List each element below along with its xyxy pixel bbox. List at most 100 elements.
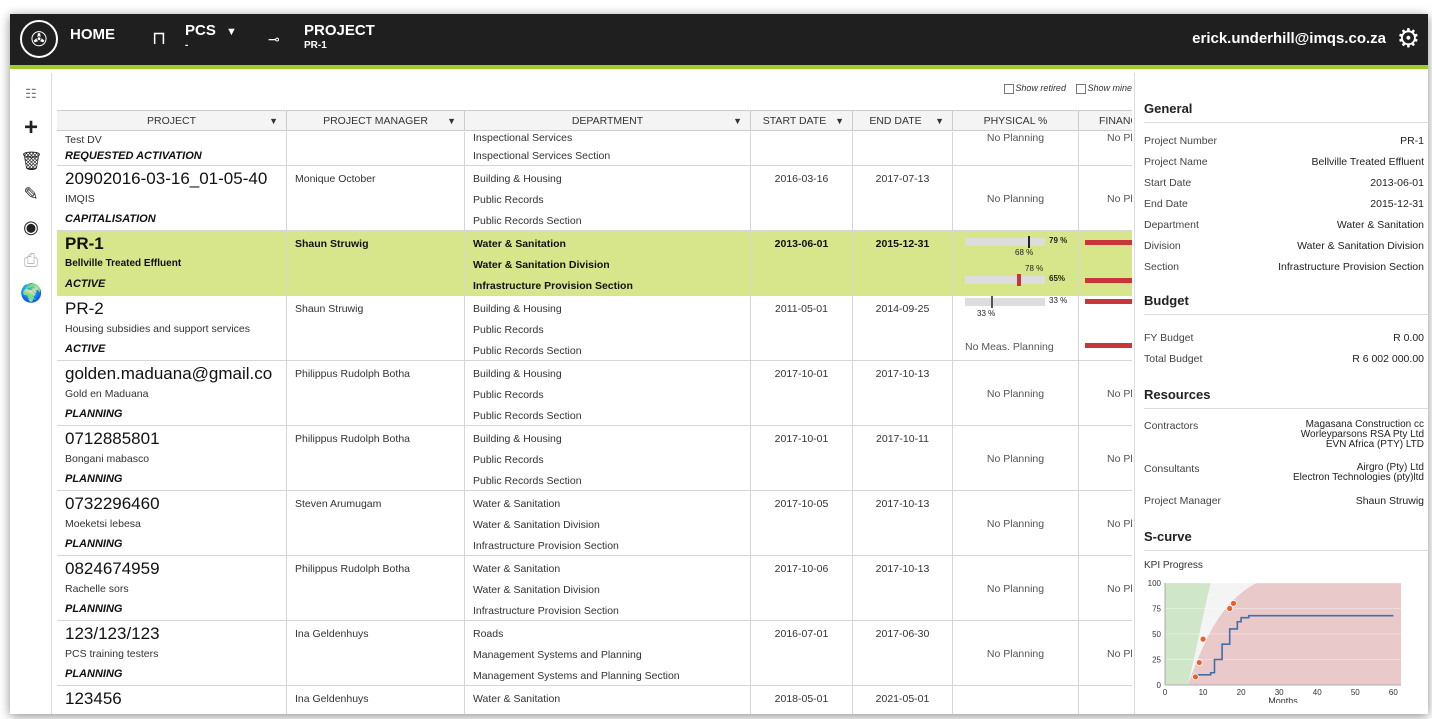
col-manager[interactable]: PROJECT MANAGER ▼ — [287, 111, 465, 131]
dept-line: Water & Sanitation — [473, 693, 561, 705]
general-label: Start Date — [1144, 177, 1192, 189]
progress-marker — [991, 296, 994, 308]
logo-icon[interactable]: ✇ — [20, 20, 58, 58]
project-status: PLANNING — [65, 603, 123, 615]
col-department-label: DEPARTMENT — [571, 115, 644, 127]
general-value: 2015-12-31 — [1370, 198, 1424, 210]
project-code: 20902016-03-16_01-05-40 — [65, 169, 268, 188]
divider — [1144, 408, 1428, 409]
financial-text: No Plar — [1107, 518, 1132, 530]
table-row[interactable]: 123456 Ina Geldenhuys Water & Sanitation 20… — [57, 686, 1132, 714]
financial-bar — [1085, 240, 1132, 245]
department-cell: Water & Sanitation Water & Sanitation Div… — [465, 231, 751, 295]
consultants-label: Consultants — [1144, 463, 1200, 475]
department-cell: Building & Housing Public Records Public R… — [465, 296, 751, 360]
table-row[interactable]: golden.maduana@gmail.co Gold en Maduana PL… — [57, 361, 1132, 426]
physical-progress-bar — [965, 296, 1045, 308]
grid-view-icon[interactable]: ☷ — [20, 83, 42, 105]
dept-line: Building & Housing — [473, 433, 562, 445]
dept-line: Inspectional Services Section — [473, 150, 611, 162]
col-department[interactable]: DEPARTMENT ▼ — [465, 111, 751, 131]
sort-arrow-icon[interactable]: ▼ — [733, 111, 742, 131]
progress-marker — [1028, 236, 1031, 248]
show-retired-checkbox[interactable] — [1004, 83, 1015, 94]
progress-fill — [965, 238, 1029, 246]
y-tick-label: 100 — [1148, 579, 1162, 588]
nav-home[interactable]: HOME — [70, 26, 115, 43]
table-row[interactable]: 0732296460 Moeketsi lebesa PLANNING Steven … — [57, 491, 1132, 556]
sort-arrow-icon[interactable]: ▼ — [935, 111, 944, 131]
show-mine-checkbox[interactable] — [1076, 83, 1087, 94]
start-date-cell: 2016-03-16 — [751, 166, 853, 230]
project-cell: Test DV REQUESTED ACTIVATION — [57, 132, 287, 165]
start-date: 2018-05-01 — [774, 693, 829, 705]
y-tick-label: 25 — [1152, 656, 1161, 665]
delete-icon[interactable]: 🗑 — [20, 150, 43, 172]
physical-cell: No Planning — [953, 166, 1079, 230]
col-financial[interactable]: FINANCIA — [1079, 111, 1132, 131]
table-row[interactable]: 0712885801 Bongani mabasco PLANNING Philipp… — [57, 426, 1132, 491]
col-project[interactable]: PROJECT ▼ — [57, 111, 287, 131]
contractors-label: Contractors — [1144, 420, 1199, 432]
start-date-cell: 2013-06-01 — [751, 231, 853, 295]
physical-cell: 33 % 33 % No Meas. Planning — [953, 296, 1079, 360]
department-cell: Building & Housing Public Records Public R… — [465, 426, 751, 490]
table-row[interactable]: 123/123/123 PCS training testers PLANNING I… — [57, 621, 1132, 686]
show-retired-toggle[interactable]: Show retired — [1004, 83, 1066, 94]
sort-arrow-icon[interactable]: ▼ — [835, 111, 844, 131]
add-icon[interactable]: + — [20, 116, 42, 140]
sort-arrow-icon[interactable]: ▼ — [269, 111, 278, 131]
table-row-selected[interactable]: PR-1 Bellville Treated Effluent ACTIVE Shau… — [57, 231, 1132, 296]
dept-line: Public Records Section — [473, 215, 582, 227]
project-code: 0824674959 — [65, 559, 160, 578]
table-row[interactable]: Test DV REQUESTED ACTIVATION Inspectiona… — [57, 132, 1132, 166]
general-value: PR-1 — [1400, 135, 1424, 147]
show-mine-toggle[interactable]: Show mine — [1076, 83, 1132, 94]
contractor-item: EVN Africa (PTY) LTD — [1325, 439, 1424, 450]
globe-icon[interactable]: 🌍 — [20, 282, 42, 304]
project-code: 0732296460 — [65, 494, 160, 513]
fy-budget-value: R 0.00 — [1393, 332, 1424, 344]
data-point — [1226, 605, 1234, 612]
contractors-list: Magasana Construction cc Worleyparsons R… — [1301, 420, 1424, 450]
start-date: 2016-07-01 — [774, 628, 829, 640]
end-date-cell: 2017-07-13 — [853, 166, 953, 230]
end-date-cell — [853, 132, 953, 165]
gear-icon[interactable]: ⚙ — [1397, 23, 1420, 54]
section-general-title: General — [1144, 101, 1193, 116]
manager-cell: Shaun Struwig — [287, 296, 465, 360]
table-row[interactable]: 20902016-03-16_01-05-40 IMQIS CAPITALISATI… — [57, 166, 1132, 231]
project-name: Gold en Maduana — [65, 388, 149, 400]
data-point — [1192, 673, 1199, 681]
project-cell: 0732296460 Moeketsi lebesa PLANNING — [57, 491, 287, 555]
nav-project[interactable]: PROJECT PR-1 — [304, 22, 375, 51]
divider — [1144, 122, 1428, 123]
project-status: CAPITALISATION — [65, 213, 156, 225]
nav-pcs[interactable]: PCS ▼ - — [185, 22, 237, 51]
project-code: PR-1 — [65, 234, 104, 253]
manager-cell: Philippus Rudolph Botha — [287, 361, 465, 425]
project-status: ACTIVE — [65, 278, 106, 290]
dept-line: Public Records — [473, 389, 544, 401]
project-manager: Ina Geldenhuys — [295, 693, 369, 705]
department-cell: Building & Housing Public Records Public R… — [465, 361, 751, 425]
general-value: Water & Sanitation Division — [1297, 240, 1424, 252]
project-manager: Philippus Rudolph Botha — [295, 433, 410, 445]
end-date: 2017-10-13 — [875, 368, 930, 380]
table-row[interactable]: 0824674959 Rachelle sors PLANNING Philippus… — [57, 556, 1132, 621]
edit-icon[interactable]: ✎ — [20, 183, 42, 205]
user-email[interactable]: erick.underhill@imqs.co.za — [1192, 30, 1386, 47]
start-date-cell: 2016-07-01 — [751, 621, 853, 685]
general-label: Section — [1144, 261, 1180, 273]
sort-arrow-icon[interactable]: ▼ — [447, 111, 456, 131]
project-manager: Steven Arumugam — [295, 498, 382, 510]
start-date: 2017-10-05 — [774, 498, 829, 510]
dept-line: Water & Sanitation Division — [473, 259, 610, 271]
end-date: 2014-09-25 — [875, 303, 930, 315]
table-row[interactable]: PR-2 Housing subsidies and support servic… — [57, 296, 1132, 361]
col-physical[interactable]: PHYSICAL % — [953, 111, 1079, 131]
progress-sublabel: 33 % — [977, 309, 996, 318]
col-start-date[interactable]: START DATE ▼ — [751, 111, 853, 131]
view-icon[interactable]: ◉ — [20, 216, 42, 238]
col-end-date[interactable]: END DATE ▼ — [853, 111, 953, 131]
